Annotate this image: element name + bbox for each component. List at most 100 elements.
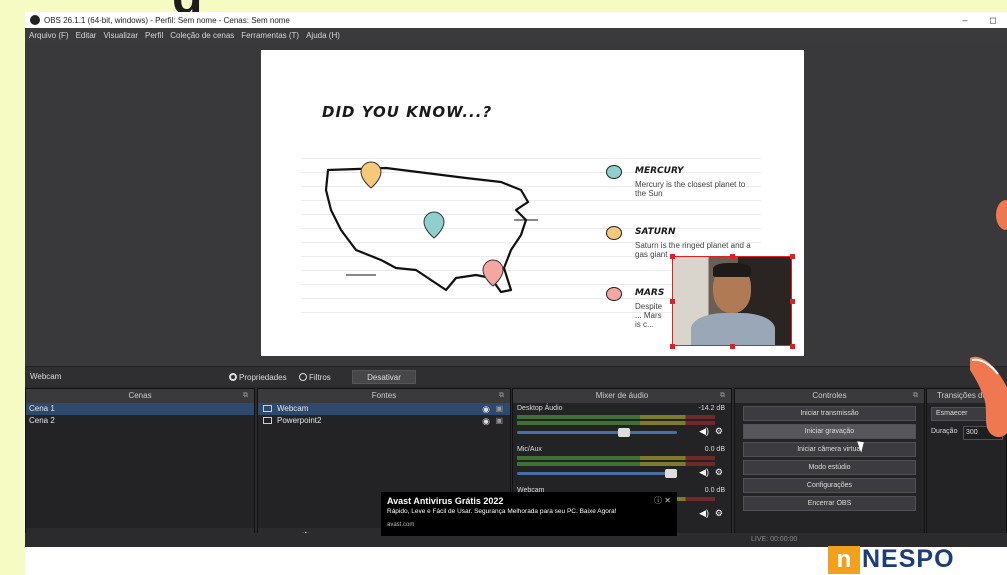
volume-slider[interactable]: [517, 428, 677, 437]
ad-description: Rápido, Leve e Fácil de Usar. Segurança …: [387, 508, 617, 515]
gear-icon: [229, 373, 237, 381]
dock-float-icon[interactable]: ⧉: [913, 389, 918, 403]
source-label: Webcam: [277, 404, 309, 413]
scene-item[interactable]: Cena 1: [26, 403, 254, 415]
channel-db: 0.0 dB: [704, 487, 725, 494]
resize-handle[interactable]: [670, 299, 675, 304]
webcam-person-shirt: [691, 313, 775, 345]
speaker-icon[interactable]: ◀): [699, 467, 709, 478]
sources-header: Fontes ⧉: [258, 389, 510, 403]
lock-icon[interactable]: ▣: [495, 415, 503, 427]
logo-text: NESPO: [862, 545, 955, 573]
deactivate-button[interactable]: Desativar: [352, 370, 416, 384]
start-virtual-camera-button[interactable]: Iniciar câmera virtual: [743, 442, 916, 457]
properties-button[interactable]: Propriedades: [229, 370, 287, 384]
level-meter: [517, 415, 715, 419]
ad-url[interactable]: avast.com: [387, 522, 414, 528]
resize-handle[interactable]: [730, 254, 735, 259]
level-meter: [517, 421, 715, 425]
volume-slider-knob[interactable]: [665, 469, 677, 478]
controls-header: Controles ⧉: [735, 389, 924, 403]
menu-ferramentas[interactable]: Ferramentas (T): [241, 31, 299, 40]
window-capture-icon: [263, 417, 272, 424]
lock-icon[interactable]: ▣: [495, 403, 503, 415]
dock-float-icon[interactable]: ⧉: [720, 389, 725, 403]
legend-desc: Mercury is the closest planet to the Sun: [635, 180, 746, 198]
titlebar: OBS 26.1.1 (64-bit, windows) - Perfil: S…: [25, 12, 1007, 28]
mixer-header: Mixer de áudio ⧉: [513, 389, 731, 403]
ad-close-icon[interactable]: ⓘ ✕: [654, 495, 671, 506]
speaker-icon[interactable]: ◀): [699, 426, 709, 437]
mixer-title: Mixer de áudio: [595, 391, 649, 400]
resize-handle[interactable]: [790, 299, 795, 304]
logo-letter: n: [828, 545, 860, 574]
scenes-header: Cenas ⧉: [26, 389, 254, 403]
menu-ajuda[interactable]: Ajuda (H): [306, 31, 340, 40]
selected-source-label: Webcam: [30, 372, 62, 381]
visibility-eye-icon[interactable]: ◉: [482, 415, 490, 427]
ad-title: Avast Antivirus Grátis 2022: [387, 496, 504, 506]
ad-popup[interactable]: Avast Antivirus Grátis 2022 Rápido, Leve…: [381, 492, 677, 536]
gear-icon[interactable]: ⚙: [715, 426, 723, 437]
settings-button[interactable]: Configurações: [743, 478, 916, 493]
minimize-button[interactable]: –: [951, 15, 979, 25]
resize-handle[interactable]: [670, 254, 675, 259]
mercury-dot-icon: [606, 165, 622, 179]
scene-item[interactable]: Cena 2: [26, 415, 254, 427]
menubar: Arquivo (F) Editar Visualizar Perfil Col…: [25, 28, 1007, 42]
scenes-dock: Cenas ⧉ Cena 1 Cena 2 + − ∧ ∨: [25, 388, 255, 547]
legend-name: MERCURY: [635, 166, 684, 176]
channel-name: Mic/Aux: [517, 446, 542, 453]
webcam-source[interactable]: [672, 256, 792, 346]
obs-window: OBS 26.1.1 (64-bit, windows) - Perfil: S…: [25, 12, 1007, 547]
filters-label: Filtros: [309, 372, 331, 382]
gear-icon[interactable]: ⚙: [715, 508, 723, 519]
filter-icon: [299, 373, 307, 381]
channel-name: Desktop Áudio: [517, 405, 563, 412]
menu-perfil[interactable]: Perfil: [145, 31, 163, 40]
source-item[interactable]: Powerpoint2 ◉ ▣: [258, 415, 510, 427]
source-item[interactable]: Webcam ◉ ▣: [258, 403, 510, 415]
start-recording-button[interactable]: Iniciar gravação: [743, 424, 916, 439]
mixer-channel: Mic/Aux 0.0 dB ◀) ⚙: [513, 444, 731, 485]
gear-icon[interactable]: ⚙: [715, 467, 723, 478]
duration-label: Duração: [931, 428, 958, 435]
dock-float-icon[interactable]: ⧉: [499, 389, 504, 403]
level-meter: [517, 456, 715, 460]
menu-editar[interactable]: Editar: [76, 31, 97, 40]
mixer-channel: Desktop Áudio -14.2 dB ◀) ⚙: [513, 403, 731, 444]
volume-slider-knob[interactable]: [617, 428, 630, 437]
sources-title: Fontes: [371, 391, 397, 400]
window-title: OBS 26.1.1 (64-bit, windows) - Perfil: S…: [44, 15, 290, 25]
dock-float-icon[interactable]: ⧉: [243, 389, 248, 403]
menu-colecao-de-cenas[interactable]: Coleção de cenas: [170, 31, 234, 40]
visibility-eye-icon[interactable]: ◉: [482, 403, 490, 415]
live-status: LIVE: 00:00:00: [751, 536, 798, 543]
mars-dot-icon: [606, 287, 622, 301]
pointing-hand-icon: [970, 356, 1007, 437]
menu-visualizar[interactable]: Visualizar: [103, 31, 138, 40]
studio-mode-button[interactable]: Modo estúdio: [743, 460, 916, 475]
camera-icon: [263, 405, 272, 412]
volume-slider[interactable]: [517, 469, 677, 478]
resize-handle[interactable]: [670, 344, 675, 349]
resize-handle[interactable]: [790, 344, 795, 349]
nespo-logo: n NESPO: [828, 544, 955, 575]
filters-button[interactable]: Filtros: [299, 370, 331, 384]
resize-handle[interactable]: [730, 344, 735, 349]
controls-dock: Controles ⧉ Iniciar transmissão Iniciar …: [734, 388, 925, 547]
exit-button[interactable]: Encerrar OBS: [743, 496, 916, 511]
webcam-person-hair: [713, 263, 751, 277]
speaker-icon[interactable]: ◀): [699, 508, 709, 519]
controls-title: Controles: [812, 391, 847, 400]
scenes-title: Cenas: [128, 391, 152, 400]
source-toolbar: Webcam Propriedades Filtros Desativar: [25, 366, 1007, 386]
menu-arquivo[interactable]: Arquivo (F): [29, 31, 69, 40]
resize-handle[interactable]: [790, 254, 795, 259]
legend-name: SATURN: [635, 227, 676, 237]
start-streaming-button[interactable]: Iniciar transmissão: [743, 406, 916, 421]
channel-db: 0.0 dB: [704, 446, 725, 453]
channel-db: -14.2 dB: [698, 405, 725, 412]
maximize-button[interactable]: ◻: [979, 15, 1007, 26]
slide-title: DID YOU KNOW...?: [322, 103, 493, 121]
